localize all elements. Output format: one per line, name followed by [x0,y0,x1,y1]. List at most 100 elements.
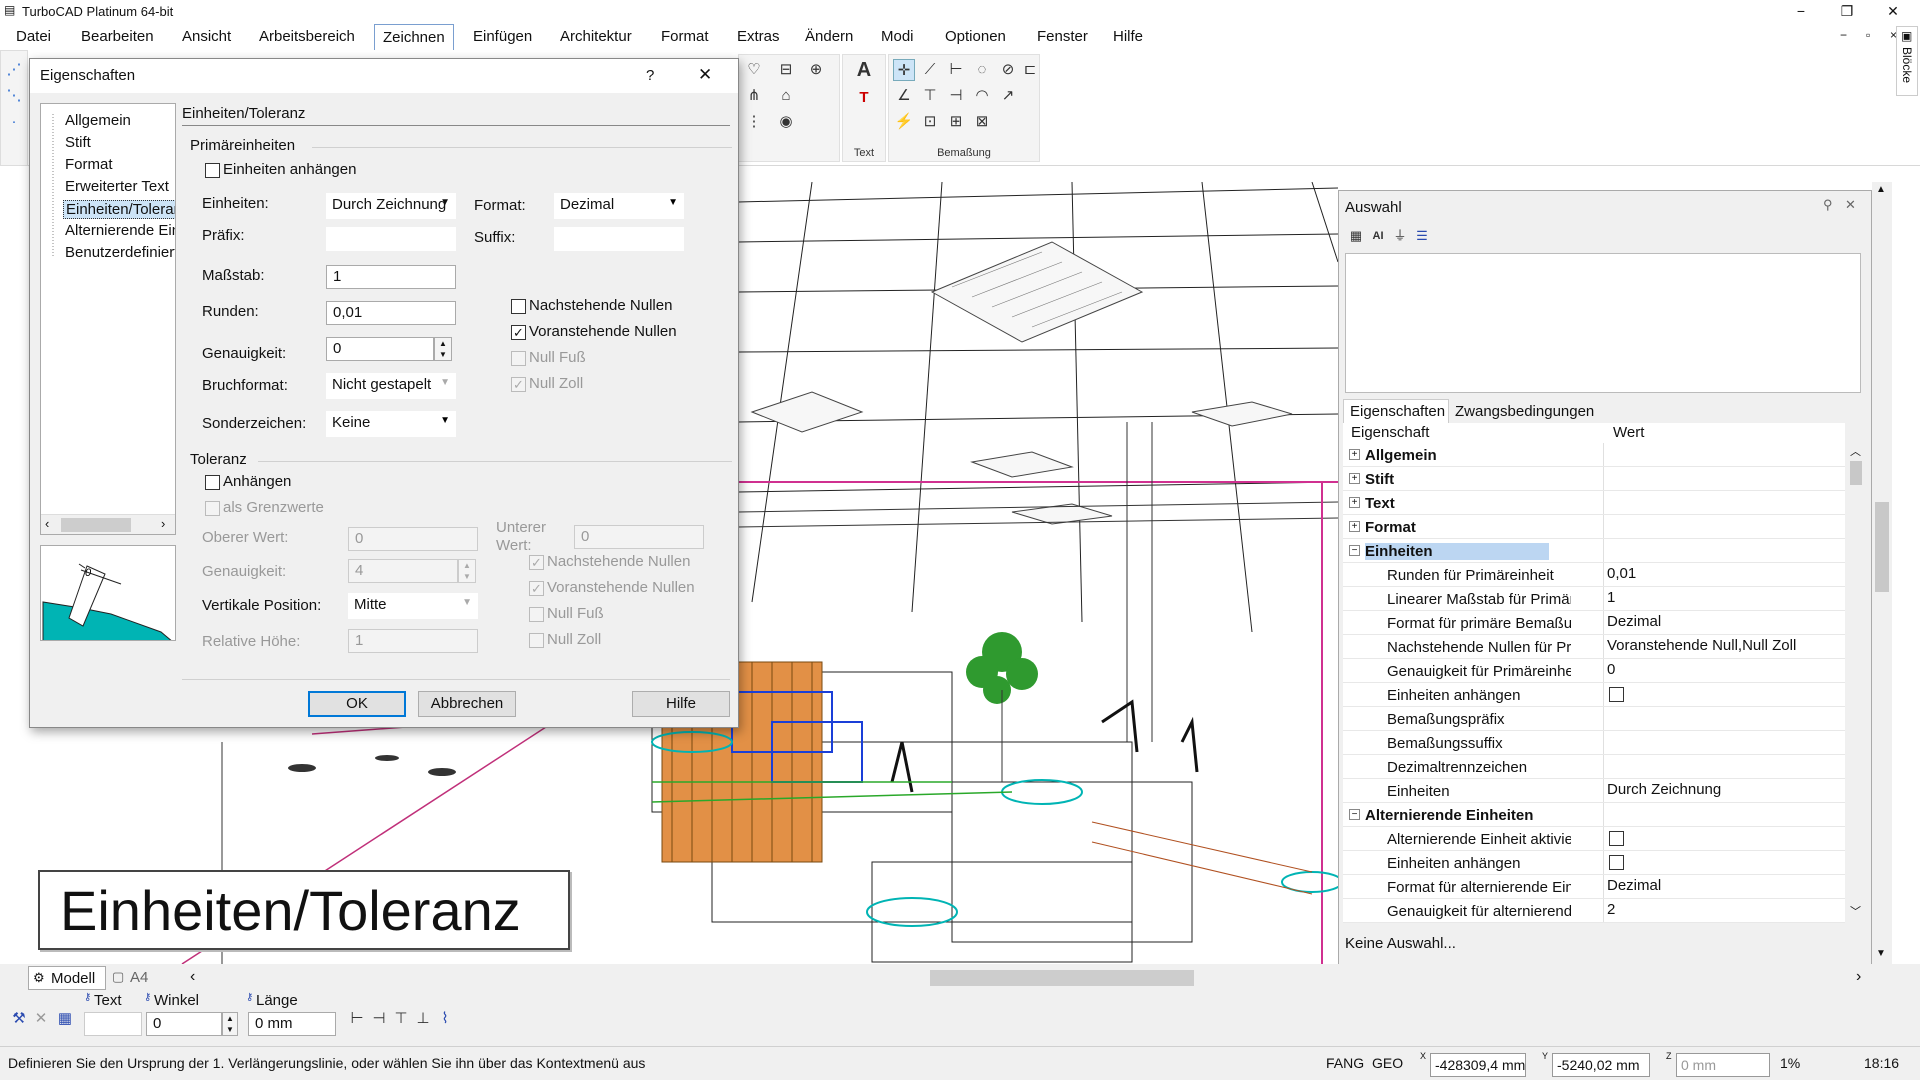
tab-layout-a4[interactable]: ▢ A4 [108,966,164,990]
property-value[interactable]: Voranstehende Null,Null Zoll [1607,637,1796,654]
property-row[interactable]: Format für alternierende Einhe... Dezimal [1343,875,1845,899]
grid-scroll-thumb[interactable] [1850,461,1862,485]
primary-zero-feet-checkbox[interactable] [511,351,526,366]
tree-item-benutzerdefiniert[interactable]: Benutzerdefiniert [65,244,175,261]
geo-indicator[interactable]: GEO [1372,1055,1403,1071]
length-lock-icon[interactable]: ⚷ [246,992,253,1003]
tolerance-leading-zeros-checkbox[interactable]: ✓ [529,581,544,596]
dialog-help-icon[interactable]: ? [646,67,654,84]
menu-einfuegen[interactable]: Einfügen [465,28,540,45]
hscroll-right-icon[interactable]: › [1856,968,1861,986]
layers-icon[interactable]: ☰ [1411,225,1433,247]
cancel-button[interactable]: Abbrechen [418,691,516,717]
length-input[interactable]: 0 mm [248,1012,336,1036]
snap-tool-2-icon[interactable]: ⋱ [3,85,25,107]
upper-value-input[interactable]: 0 [348,527,478,551]
special-chars-select[interactable]: Keine ▼ [326,411,456,437]
units-select[interactable]: Durch Zeichnung ▼ [326,193,456,219]
table-icon[interactable]: ▦ [54,1008,76,1030]
primary-leading-zeros-checkbox[interactable]: ✓ [511,325,526,340]
hscroll-left-icon[interactable]: ‹ [190,968,195,986]
property-value[interactable]: Dezimal [1607,613,1661,630]
vertical-position-select[interactable]: Mitte ▼ [348,593,478,619]
tree-scroll-right-icon[interactable]: › [161,516,165,531]
filter-icon[interactable]: ⏚ [1389,225,1411,247]
dialog-title-bar[interactable]: Eigenschaften ? ✕ [30,59,738,93]
spin-up-icon[interactable]: ▲ [439,339,447,348]
shape-tool-icon[interactable]: ♡ [743,59,765,81]
tree-item-format[interactable]: Format [65,156,113,173]
expand-icon[interactable]: + [1349,521,1360,532]
property-checkbox[interactable] [1609,855,1624,870]
collapse-icon[interactable]: − [1349,809,1360,820]
primary-trailing-zeros-checkbox[interactable] [511,299,526,314]
snap-tool-icon[interactable]: ⋰ [3,59,25,81]
datum-dim-icon[interactable]: ⊡ [919,111,941,133]
cancel-snap-icon[interactable]: ✕ [30,1008,52,1030]
canvas-horizontal-scroll-thumb[interactable] [930,970,1194,986]
expand-icon[interactable]: + [1349,449,1360,460]
round-input[interactable]: 0,01 [326,301,456,325]
diameter-dim-icon[interactable]: ⊘ [997,59,1019,81]
menu-zeichnen[interactable]: Zeichnen [374,24,454,50]
tree-scroll-thumb[interactable] [61,518,131,532]
selection-list[interactable] [1345,253,1861,393]
menu-fenster[interactable]: Fenster [1029,28,1096,45]
tolerance-attach-checkbox[interactable] [205,475,220,490]
y-coordinate[interactable]: -5240,02 mm [1552,1053,1650,1077]
x-coordinate[interactable]: -428309,4 mm [1430,1053,1526,1077]
menu-arbeitsbereich[interactable]: Arbeitsbereich [251,28,363,45]
as-limits-checkbox[interactable] [205,501,220,516]
property-row[interactable]: Alternierende Einheit aktiviert [1343,827,1845,851]
prefix-input[interactable] [326,227,456,251]
property-category-row[interactable]: + Stift [1343,467,1845,491]
circle-tool-icon[interactable]: ◉ [775,111,797,133]
property-checkbox[interactable] [1609,831,1624,846]
tolerance-zero-feet-checkbox[interactable] [529,607,544,622]
expand-icon[interactable]: + [1349,473,1360,484]
scroll-up-icon[interactable]: ▲ [1876,184,1886,195]
dim-style-2-icon[interactable]: ⊣ [368,1008,390,1030]
all-text-icon[interactable]: AƖ [1367,225,1389,247]
dialog-close-button[interactable]: ✕ [698,65,712,85]
tol-spin-up-icon[interactable]: ▲ [463,561,471,570]
lock-tool-icon[interactable]: ⊟ [775,59,797,81]
angle-input[interactable]: 0 [146,1012,222,1036]
tree-item-einheiten-toleranz[interactable]: Einheiten/Toleranz [63,200,175,219]
dim-style-5-icon[interactable]: ⌇ [434,1008,456,1030]
mdi-minimize-button[interactable]: − [1840,28,1847,42]
property-value[interactable]: 0,01 [1607,565,1636,582]
angle-up-icon[interactable]: ▲ [226,1014,234,1023]
stamp-tool-icon[interactable]: ⊕ [805,59,827,81]
radius-dim-icon[interactable]: ◌ [971,59,993,81]
lower-value-input[interactable]: 0 [574,525,704,549]
collapse-icon[interactable]: − [1349,545,1360,556]
snap-indicator[interactable]: FANG [1326,1055,1364,1071]
tolerance-precision-input[interactable]: 4 [348,559,458,583]
text-tool-icon[interactable]: A [853,59,875,81]
panel-close-icon[interactable]: ✕ [1845,197,1856,213]
menu-optionen[interactable]: Optionen [937,28,1014,45]
attach-units-checkbox[interactable] [205,163,220,178]
canvas-scroll-thumb[interactable] [1875,502,1889,592]
property-row[interactable]: Nachstehende Nullen für Prim... Voransteh… [1343,635,1845,659]
menu-format[interactable]: Format [653,28,717,45]
grid-scroll-up-icon[interactable]: ︿ [1850,443,1861,459]
mdi-restore-button[interactable]: ▫ [1866,28,1870,42]
property-row[interactable]: Einheiten anhängen [1343,683,1845,707]
z-coordinate[interactable]: 0 mm [1676,1053,1770,1077]
precision-input[interactable]: 0 [326,337,434,361]
dim-style-4-icon[interactable]: ⊥ [412,1008,434,1030]
scale-input[interactable]: 1 [326,265,456,289]
menu-aendern[interactable]: Ändern [797,28,861,45]
multiline-text-icon[interactable]: T [853,87,875,109]
menu-ansicht[interactable]: Ansicht [174,28,239,45]
text-input[interactable] [84,1012,142,1036]
property-value[interactable]: 0 [1607,661,1615,678]
center-mark-icon[interactable]: ⊞ [945,111,967,133]
property-category-row[interactable]: + Allgemein [1343,443,1845,467]
property-row[interactable]: Genauigkeit für Primäreinheit 0 [1343,659,1845,683]
close-window-button[interactable]: ✕ [1870,0,1916,24]
parallel-dim-icon[interactable]: ⟋ [919,59,941,81]
property-category-row[interactable]: − Einheiten [1343,539,1845,563]
